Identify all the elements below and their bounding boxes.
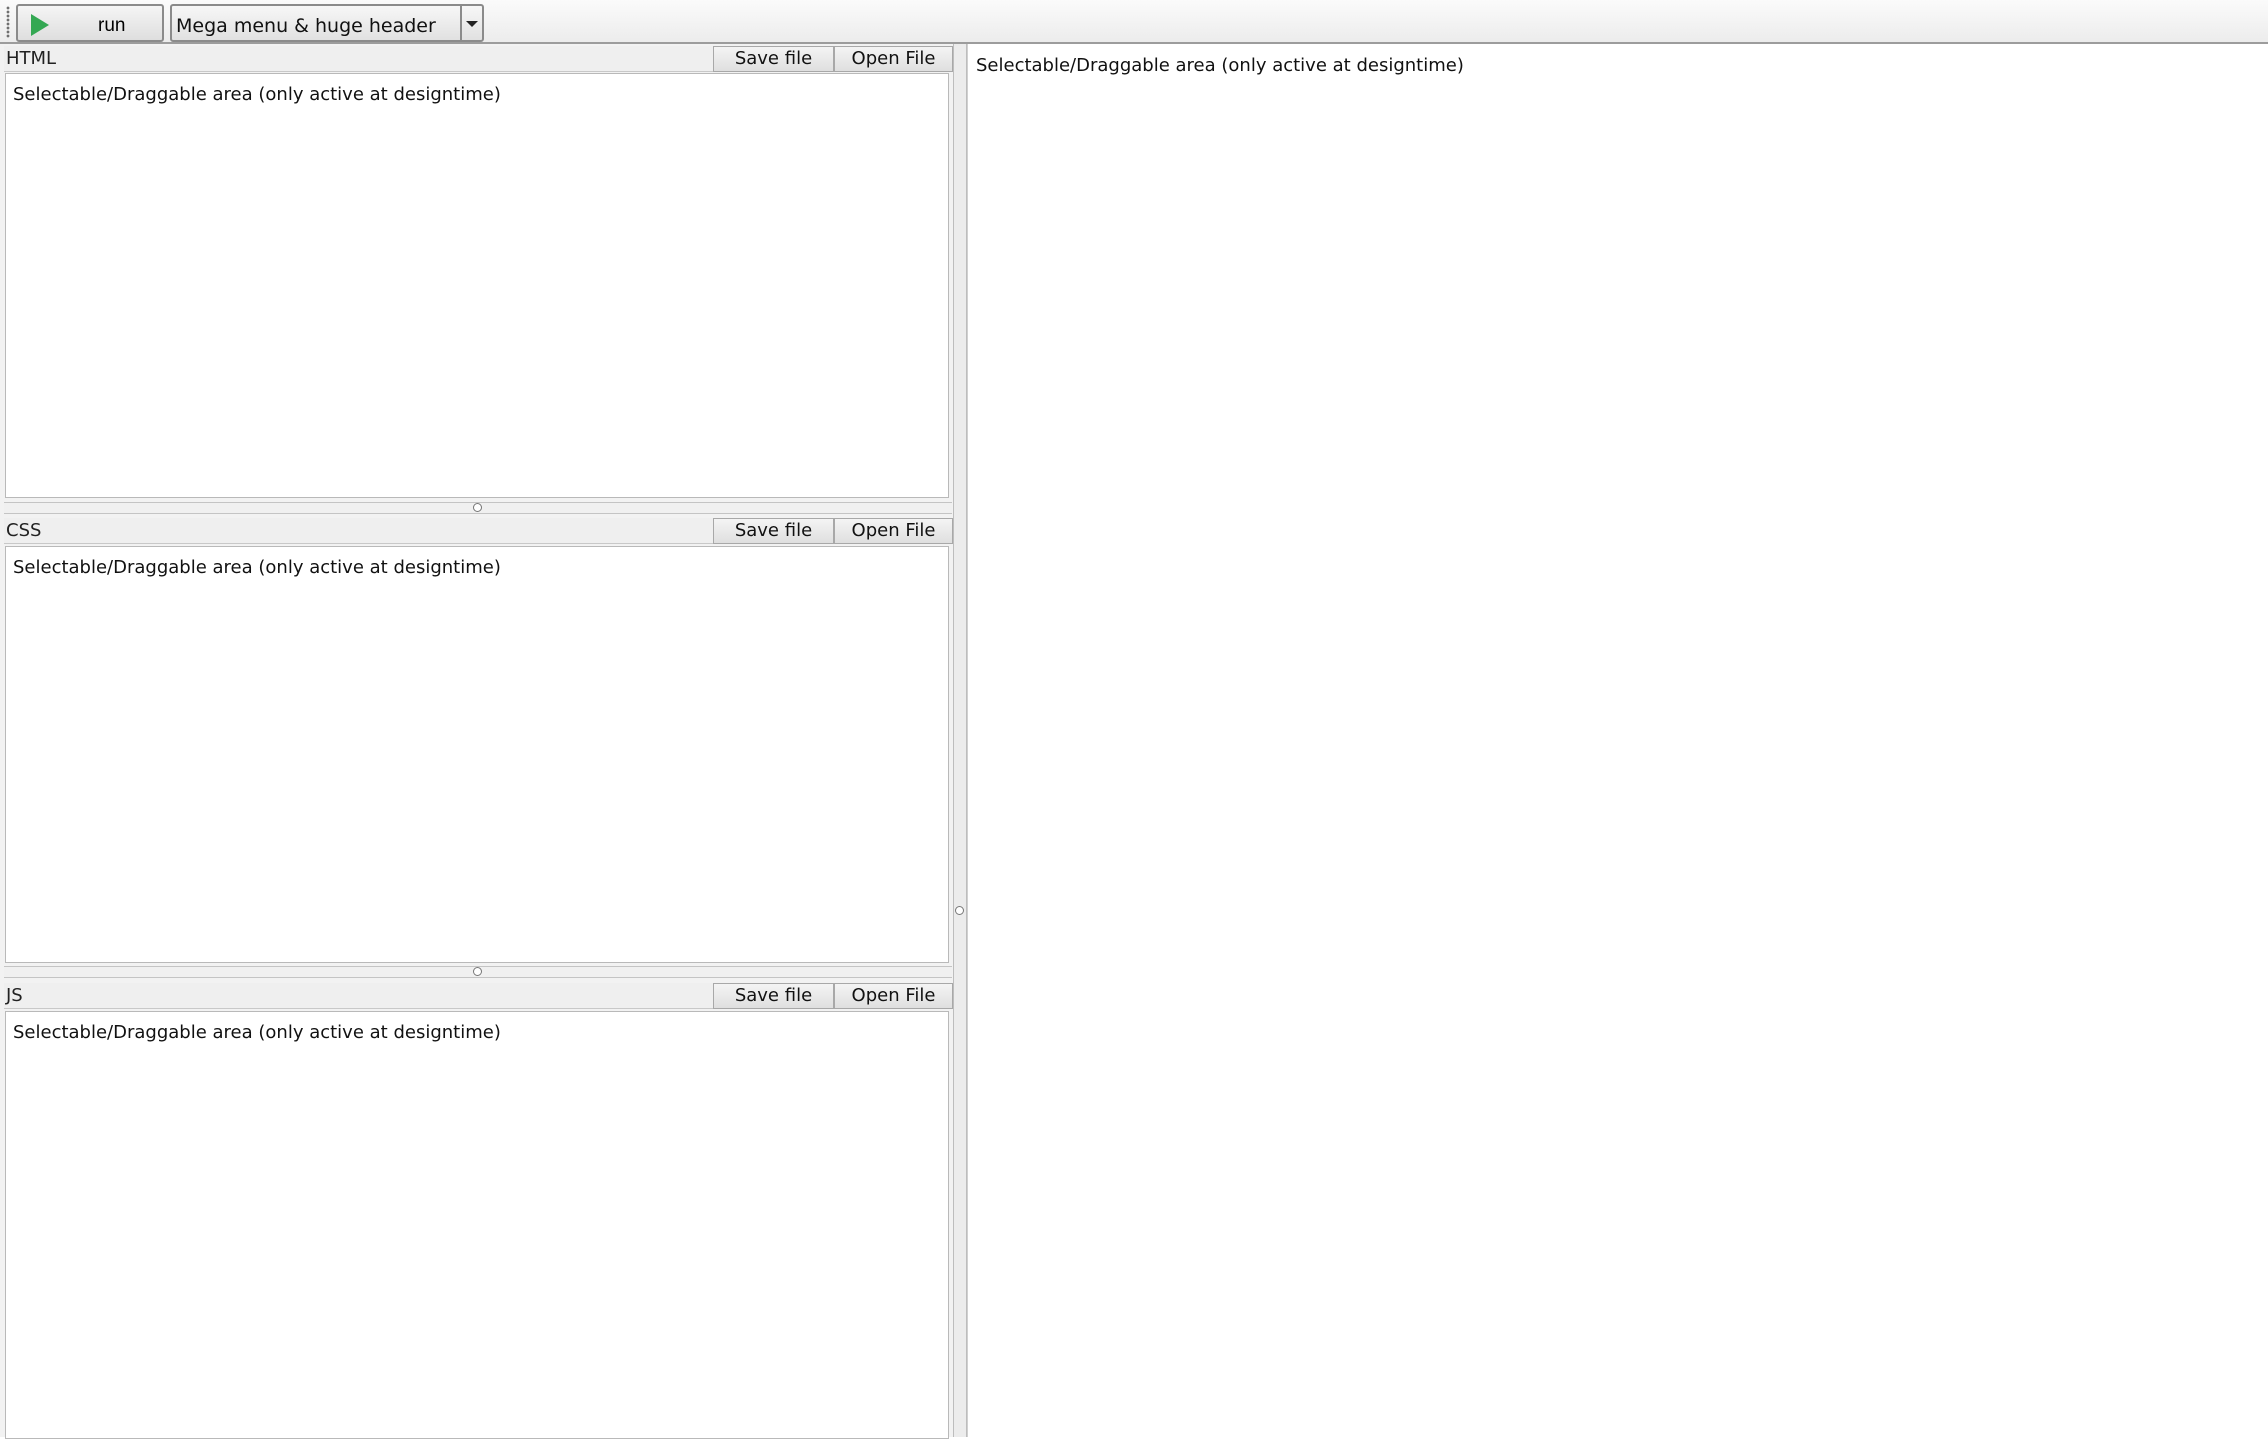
splitter-handle-icon [955,906,964,915]
preview-placeholder: Selectable/Draggable area (only active a… [976,55,1464,76]
preview-area[interactable]: Selectable/Draggable area (only active a… [967,44,2268,1437]
css-save-file-button[interactable]: Save file [713,518,834,544]
html-panel-header: HTML Save file Open File [4,46,953,72]
editor-column: HTML Save file Open File Selectable/Drag… [0,44,955,1439]
preset-select[interactable]: Mega menu & huge header [170,4,484,42]
js-editor-placeholder: Selectable/Draggable area (only active a… [13,1022,501,1043]
preset-select-value: Mega menu & huge header [176,15,436,37]
js-panel-title: JS [6,985,23,1006]
js-editor-area[interactable]: Selectable/Draggable area (only active a… [5,1011,949,1439]
html-editor-placeholder: Selectable/Draggable area (only active a… [13,84,501,105]
splitter-handle-icon [473,967,482,976]
splitter-handle-icon [473,503,482,512]
css-open-file-button[interactable]: Open File [834,518,953,544]
preset-dropdown-button[interactable] [460,6,482,40]
css-js-splitter[interactable] [4,966,952,978]
toolbar-grip-icon[interactable] [6,6,10,38]
html-css-splitter[interactable] [4,502,952,514]
toolbar: run Mega menu & huge header [0,0,2268,44]
html-panel-title: HTML [6,48,57,69]
css-panel-title: CSS [6,520,42,541]
js-open-file-button[interactable]: Open File [834,983,953,1009]
run-label: run [98,15,126,36]
html-editor-area[interactable]: Selectable/Draggable area (only active a… [5,73,949,498]
js-save-file-button[interactable]: Save file [713,983,834,1009]
play-icon [31,14,49,36]
editor-preview-splitter[interactable] [953,44,967,1437]
js-panel-header: JS Save file Open File [4,983,953,1009]
html-save-file-button[interactable]: Save file [713,46,834,72]
css-editor-area[interactable]: Selectable/Draggable area (only active a… [5,546,949,963]
run-button[interactable]: run [16,4,164,42]
chevron-down-icon [466,21,478,27]
css-panel-header: CSS Save file Open File [4,518,953,544]
html-open-file-button[interactable]: Open File [834,46,953,72]
css-editor-placeholder: Selectable/Draggable area (only active a… [13,557,501,578]
